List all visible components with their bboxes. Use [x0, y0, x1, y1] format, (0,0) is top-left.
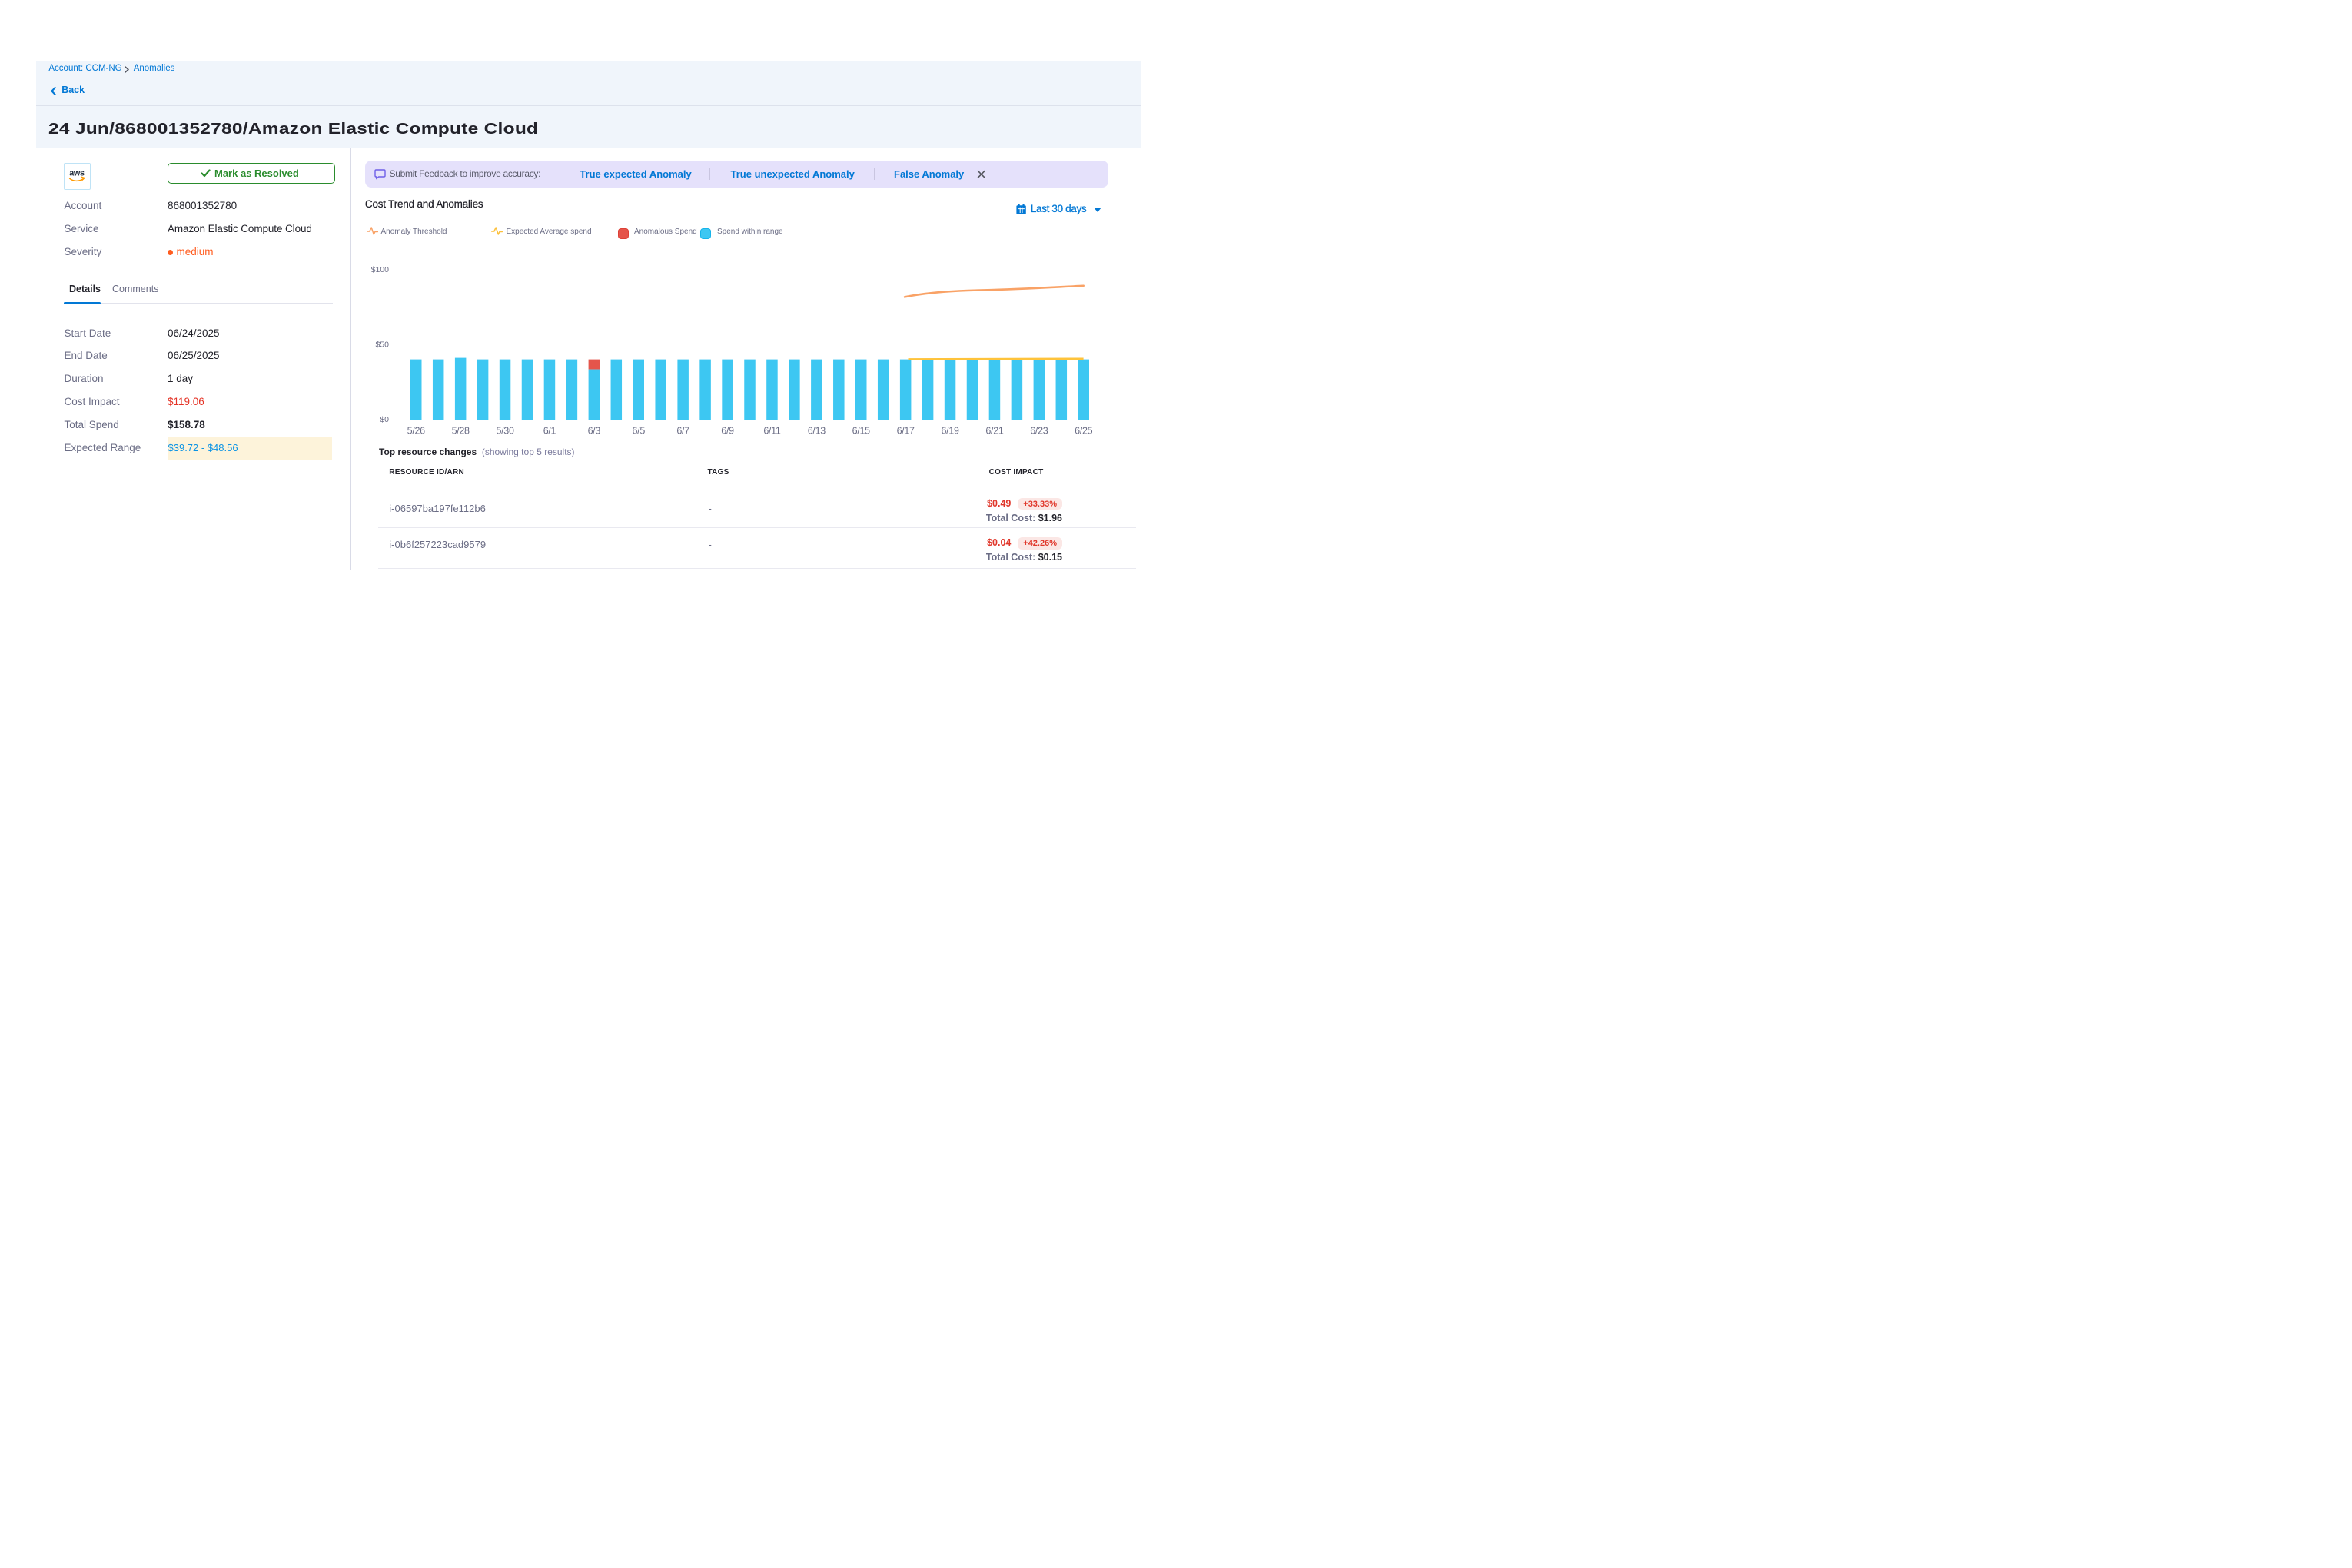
- svg-text:6/21: 6/21: [985, 426, 1003, 437]
- svg-text:$0: $0: [380, 415, 389, 424]
- svg-text:6/17: 6/17: [897, 426, 915, 437]
- svg-text:6/3: 6/3: [588, 426, 601, 437]
- svg-text:5/28: 5/28: [452, 426, 470, 437]
- svg-text:5/30: 5/30: [496, 426, 513, 437]
- svg-text:6/23: 6/23: [1030, 426, 1048, 437]
- svg-text:5/26: 5/26: [407, 426, 425, 437]
- svg-text:$50: $50: [375, 341, 389, 350]
- svg-text:6/7: 6/7: [676, 426, 689, 437]
- svg-text:$100: $100: [371, 265, 390, 274]
- svg-text:6/19: 6/19: [941, 426, 958, 437]
- svg-text:6/1: 6/1: [543, 426, 556, 437]
- svg-text:6/25: 6/25: [1075, 426, 1092, 437]
- svg-text:aws: aws: [69, 168, 85, 178]
- svg-text:6/5: 6/5: [633, 426, 646, 437]
- svg-text:6/15: 6/15: [852, 426, 870, 437]
- svg-text:6/13: 6/13: [808, 426, 826, 437]
- svg-text:6/11: 6/11: [763, 426, 781, 437]
- svg-text:6/9: 6/9: [721, 426, 734, 437]
